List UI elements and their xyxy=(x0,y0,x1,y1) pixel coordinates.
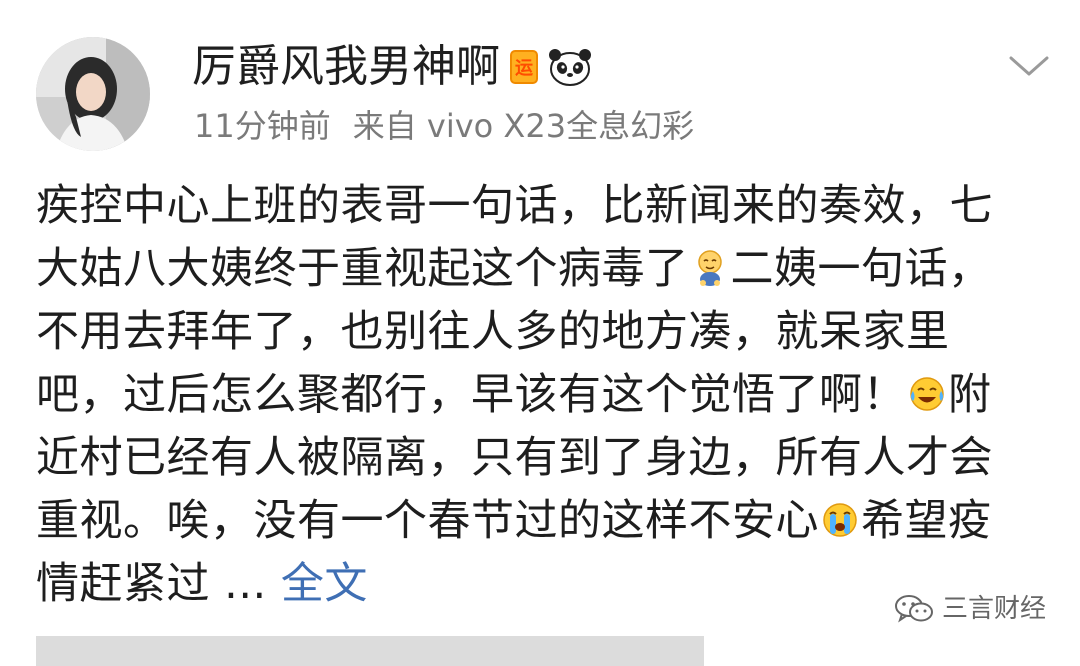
username[interactable]: 厉爵风我男神啊 xyxy=(192,41,500,93)
read-full-text-link[interactable]: 全文 xyxy=(281,559,368,609)
chevron-down-icon[interactable] xyxy=(1008,50,1050,82)
dizzy-baby-icon xyxy=(691,249,729,287)
post-text-line: 不用去拜年了，也别往人多的地方凑，就呆家里 xyxy=(36,301,1046,364)
image-preview[interactable] xyxy=(36,636,704,666)
panda-icon[interactable] xyxy=(548,47,592,87)
post-text: 不用去拜年了，也别往人多的地方凑，就呆家里 xyxy=(36,307,950,357)
post-source[interactable]: 来自 vivo X23全息幻彩 xyxy=(353,107,694,145)
wechat-icon xyxy=(894,595,933,623)
crying-icon xyxy=(821,501,859,539)
post-text: 大姑八大姨终于重视起这个病毒了 xyxy=(36,244,689,294)
watermark-text: 三言财经 xyxy=(941,594,1046,624)
post-text: 近村已经有人被隔离，只有到了身边，所有人才会 xyxy=(36,433,993,483)
post-text: 二姨一句话， xyxy=(730,244,992,294)
post-content: 疾控中心上班的表哥一句话，比新闻来的奏效，七 大姑八大姨终于重视起这个病毒了 二姨一… xyxy=(36,175,1046,616)
username-row: 厉爵风我男神啊 运 xyxy=(192,38,592,96)
post-time: 11分钟前 xyxy=(194,107,331,145)
post-text-line: 疾控中心上班的表哥一句话，比新闻来的奏效，七 xyxy=(36,175,1046,238)
post-text: 重视。唉，没有一个春节过的这样不安心 xyxy=(36,496,819,546)
post-text: 疾控中心上班的表哥一句话，比新闻来的奏效，七 xyxy=(36,181,993,231)
post-meta: 11分钟前 来自 vivo X23全息幻彩 xyxy=(194,104,694,148)
avatar[interactable] xyxy=(36,37,150,151)
post-text-line: 吧，过后怎么聚都行，早该有这个觉悟了啊！ 附 xyxy=(36,364,1046,427)
laugh-cry-icon xyxy=(908,375,946,413)
yun-badge-icon[interactable]: 运 xyxy=(510,50,538,84)
watermark: 三言财经 xyxy=(894,592,1046,626)
post-text: 希望疫 xyxy=(861,496,992,546)
post-text: 吧，过后怎么聚都行，早该有这个觉悟了啊！ xyxy=(36,370,906,420)
post-text-line: 近村已经有人被隔离，只有到了身边，所有人才会 xyxy=(36,427,1046,490)
post-text-line: 大姑八大姨终于重视起这个病毒了 二姨一句话， xyxy=(36,238,1046,301)
post-text: 附 xyxy=(948,370,992,420)
post-text: 情赶紧过 ... xyxy=(36,559,281,609)
post-text-line: 重视。唉，没有一个春节过的这样不安心 希望疫 xyxy=(36,490,1046,553)
